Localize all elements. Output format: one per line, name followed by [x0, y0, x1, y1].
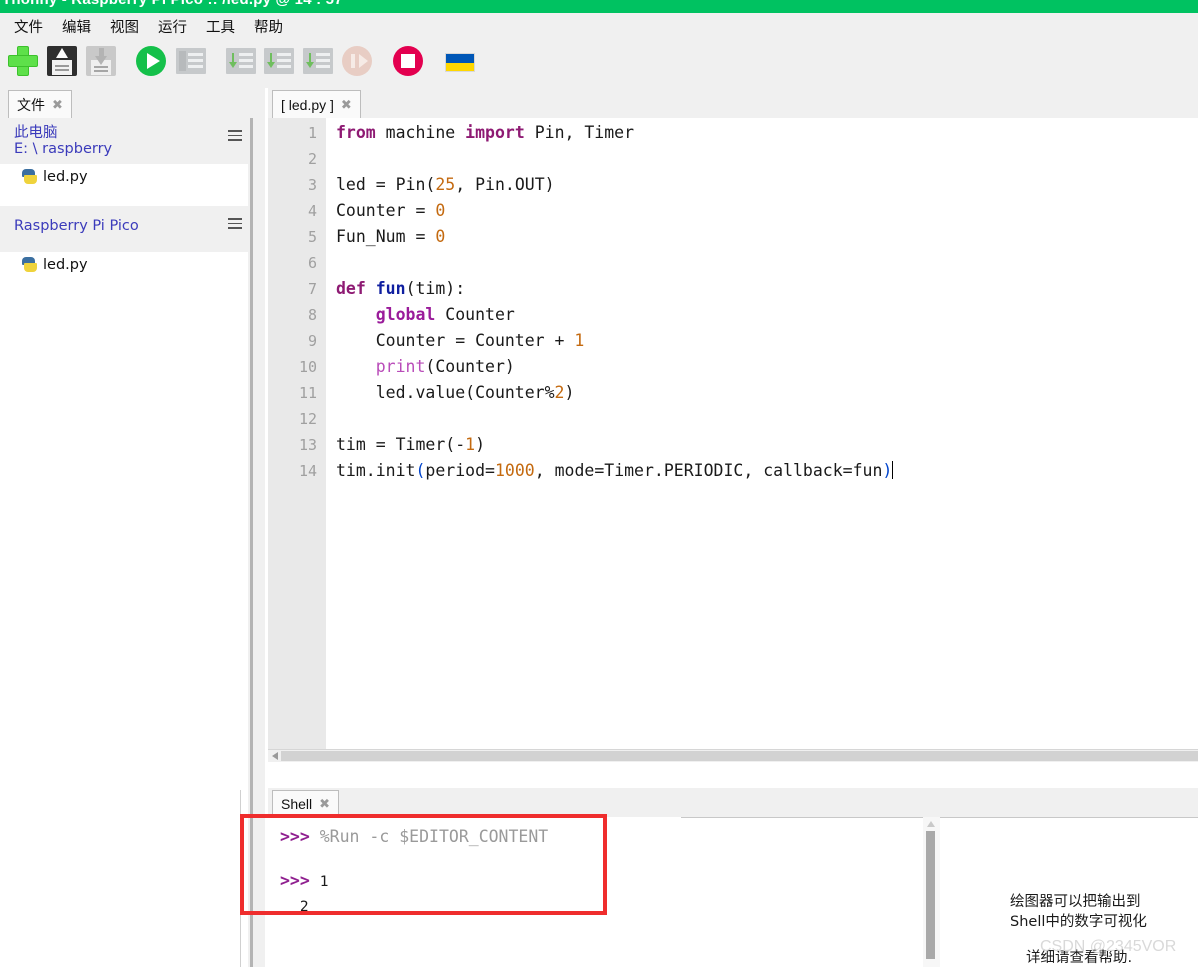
file-name: led.py	[43, 256, 88, 273]
code-line[interactable]: led = Pin(25, Pin.OUT)	[336, 172, 555, 198]
tab-files[interactable]: 文件 ✖	[8, 90, 72, 118]
line-number: 2	[307, 150, 317, 168]
code-line[interactable]: from machine import Pin, Timer	[336, 120, 634, 146]
annotation-note-1: 绘图器可以把输出到	[1010, 894, 1141, 910]
line-number: 10	[298, 358, 317, 376]
files-section-this-computer: 此电脑 E: \ raspberry led.py	[0, 118, 248, 198]
tab-led-py-label: [ led.py ]	[281, 96, 334, 113]
code-line[interactable]: Counter = Counter + 1	[336, 328, 585, 354]
debug-icon	[176, 48, 206, 74]
play-icon	[136, 46, 166, 76]
menu-item-file[interactable]: 文件	[10, 15, 47, 38]
line-number: 8	[307, 306, 317, 324]
files-section-raspberry-pi-pico: Raspberry Pi Pico led.py	[0, 206, 248, 277]
code-text[interactable]: from machine import Pin, Timer led = Pin(…	[330, 118, 1198, 762]
code-line[interactable]: tim = Timer(-1)	[336, 432, 485, 458]
tab-shell-label: Shell	[281, 796, 313, 812]
tab-files-label: 文件	[17, 96, 45, 113]
code-line[interactable]: Fun_Num = 0	[336, 224, 445, 250]
step-out-button	[301, 44, 337, 80]
menu-bar: 文件 编辑 视图 运行 工具 帮助	[0, 13, 1198, 36]
scrollbar-track[interactable]	[281, 751, 1198, 761]
code-line[interactable]: def fun(tim):	[336, 276, 465, 302]
ukraine-flag-button[interactable]	[443, 44, 479, 80]
resume-icon	[342, 46, 372, 76]
menu-item-view[interactable]: 视图	[106, 15, 143, 38]
code-line[interactable]: led.value(Counter%2)	[336, 380, 575, 406]
line-number: 7	[307, 280, 317, 298]
line-number: 4	[307, 202, 317, 220]
file-name: led.py	[43, 168, 88, 185]
line-number: 14	[298, 462, 317, 480]
close-icon[interactable]: ✖	[319, 796, 330, 812]
code-line[interactable]: print(Counter)	[336, 354, 515, 380]
debug-button	[174, 44, 210, 80]
window-title: Thonny - Raspberry Pi Pico :: /led.py @ …	[2, 0, 343, 8]
editor-horizontal-scrollbar[interactable]	[268, 749, 1198, 762]
resume-button	[340, 44, 376, 80]
shell-scrollbar[interactable]	[923, 817, 940, 967]
line-number: 5	[307, 228, 317, 246]
annotation-highlight-box	[240, 814, 607, 915]
line-number: 11	[298, 384, 317, 402]
section-title: 此电脑	[14, 125, 58, 141]
line-number-gutter: 1 2 3 4 5 6 7 8 9 10 11 12 13 14	[268, 118, 326, 762]
line-number: 1	[307, 124, 317, 142]
hamburger-icon[interactable]	[228, 130, 242, 141]
toolbar	[0, 36, 1198, 88]
editor-tab-strip: [ led.py ] ✖	[268, 88, 1198, 119]
list-item[interactable]: led.py	[0, 252, 248, 277]
hamburger-icon[interactable]	[228, 218, 242, 229]
load-icon	[86, 46, 116, 76]
step-over-icon	[226, 48, 256, 74]
code-line[interactable]: Counter = 0	[336, 198, 445, 224]
line-number: 3	[307, 176, 317, 194]
step-into-button	[262, 44, 298, 80]
menu-item-tools[interactable]: 工具	[202, 15, 239, 38]
tab-shell[interactable]: Shell ✖	[272, 790, 340, 817]
load-button[interactable]	[84, 44, 120, 80]
list-item[interactable]: led.py	[0, 164, 248, 189]
line-number: 9	[307, 332, 317, 350]
step-over-button	[224, 44, 260, 80]
section-title: Raspberry Pi Pico	[14, 218, 139, 234]
menu-item-edit[interactable]: 编辑	[58, 15, 95, 38]
window-title-bar: Thonny - Raspberry Pi Pico :: /led.py @ …	[0, 0, 1198, 13]
line-number: 12	[298, 410, 317, 428]
plus-icon	[6, 44, 40, 78]
left-bottom-area	[0, 790, 241, 967]
python-file-icon	[22, 257, 37, 272]
step-out-icon	[303, 48, 333, 74]
code-editor: [ led.py ] ✖ 1 2 3 4 5 6 7 8 9 10 11 12 13 14 from ma…	[268, 88, 1198, 774]
scrollbar-thumb[interactable]	[926, 831, 935, 959]
menu-item-help[interactable]: 帮助	[250, 15, 287, 38]
annotation-note-2: Shell中的数字可视化	[1010, 914, 1147, 930]
watermark: CSDN @2345VOR	[1040, 938, 1177, 955]
code-area[interactable]: 1 2 3 4 5 6 7 8 9 10 11 12 13 14 from machine import …	[268, 118, 1198, 762]
save-button[interactable]	[45, 44, 81, 80]
scroll-left-icon[interactable]	[272, 752, 278, 760]
section-path: E: \ raspberry	[14, 141, 113, 157]
close-icon[interactable]: ✖	[52, 97, 63, 113]
line-number: 13	[298, 436, 317, 454]
scroll-up-icon[interactable]	[927, 821, 935, 827]
run-button[interactable]	[134, 44, 170, 80]
new-file-button[interactable]	[6, 44, 42, 80]
stop-button[interactable]	[391, 44, 427, 80]
line-number: 6	[307, 254, 317, 272]
save-icon	[47, 46, 77, 76]
flag-icon	[445, 53, 475, 72]
tab-led-py[interactable]: [ led.py ] ✖	[272, 90, 361, 118]
stop-icon	[393, 46, 423, 76]
files-tab-strip: 文件 ✖	[0, 88, 265, 119]
code-line[interactable]: tim.init(period=1000, mode=Timer.PERIODI…	[336, 458, 894, 484]
code-line[interactable]: global Counter	[336, 302, 515, 328]
menu-item-run[interactable]: 运行	[154, 15, 191, 38]
section-header-this-computer[interactable]: 此电脑 E: \ raspberry	[0, 118, 248, 164]
python-file-icon	[22, 169, 37, 184]
close-icon[interactable]: ✖	[341, 97, 352, 113]
step-into-icon	[264, 48, 294, 74]
section-header-raspberry-pi-pico[interactable]: Raspberry Pi Pico	[0, 206, 248, 252]
